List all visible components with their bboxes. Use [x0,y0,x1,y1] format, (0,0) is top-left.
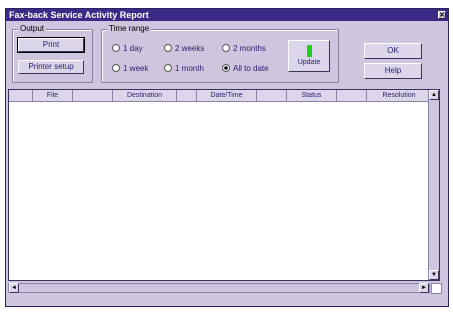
update-button[interactable]: Update [288,40,330,72]
radio-dot-selected [222,64,230,72]
radio-1-month[interactable]: 1 month [164,64,204,74]
column-header-spacer[interactable] [257,90,287,101]
scroll-left-icon[interactable]: ◄ [9,283,19,293]
column-header-resolution[interactable]: Resolution [367,90,431,101]
horizontal-scrollbar[interactable]: ◄ ► [8,283,430,293]
radio-1-day[interactable]: 1 day [112,44,143,54]
update-label: Update [297,59,321,66]
printer-setup-button[interactable]: Printer setup [18,60,84,74]
vertical-scrollbar[interactable]: ▲ ▼ [428,90,439,280]
column-header-status[interactable]: Status [287,90,337,101]
radio-dot [112,64,120,72]
column-header-destination[interactable]: Destination [113,90,177,101]
radio-dot [112,44,120,52]
radio-all-to-date[interactable]: All to date [222,64,269,74]
scroll-up-icon[interactable]: ▲ [429,90,439,100]
column-header-file[interactable]: File [33,90,73,101]
radio-dot [164,44,172,52]
column-header-spacer[interactable] [337,90,367,101]
close-icon[interactable]: ✕ [438,11,446,19]
column-header-spacer[interactable] [73,90,113,101]
print-button[interactable]: Print [17,37,85,53]
column-header-spacer[interactable] [177,90,197,101]
time-range-group: Time range 1 day 2 weeks 2 months 1 week… [101,24,339,83]
help-button[interactable]: Help [364,63,422,79]
activity-list[interactable]: File Destination Date/Time Status Resolu… [8,89,440,281]
resize-grip[interactable] [431,283,442,294]
radio-1-week[interactable]: 1 week [112,64,148,74]
time-range-group-label: Time range [107,24,152,34]
radio-2-weeks[interactable]: 2 weeks [164,44,204,54]
output-group-label: Output [18,24,47,34]
radio-2-months[interactable]: 2 months [222,44,266,54]
output-group: Output Print Printer setup [12,24,93,83]
title-bar[interactable]: Fax-back Service Activity Report ✕ [6,9,448,21]
update-indicator-icon [306,45,312,57]
scroll-down-icon[interactable]: ▼ [429,270,439,280]
column-header-blank[interactable] [9,90,33,101]
scroll-right-icon[interactable]: ► [419,283,429,293]
ok-button[interactable]: OK [364,43,422,59]
window-title: Fax-back Service Activity Report [9,10,149,20]
column-header-date-time[interactable]: Date/Time [197,90,257,101]
radio-dot [164,64,172,72]
radio-dot [222,44,230,52]
list-header: File Destination Date/Time Status Resolu… [9,90,429,102]
